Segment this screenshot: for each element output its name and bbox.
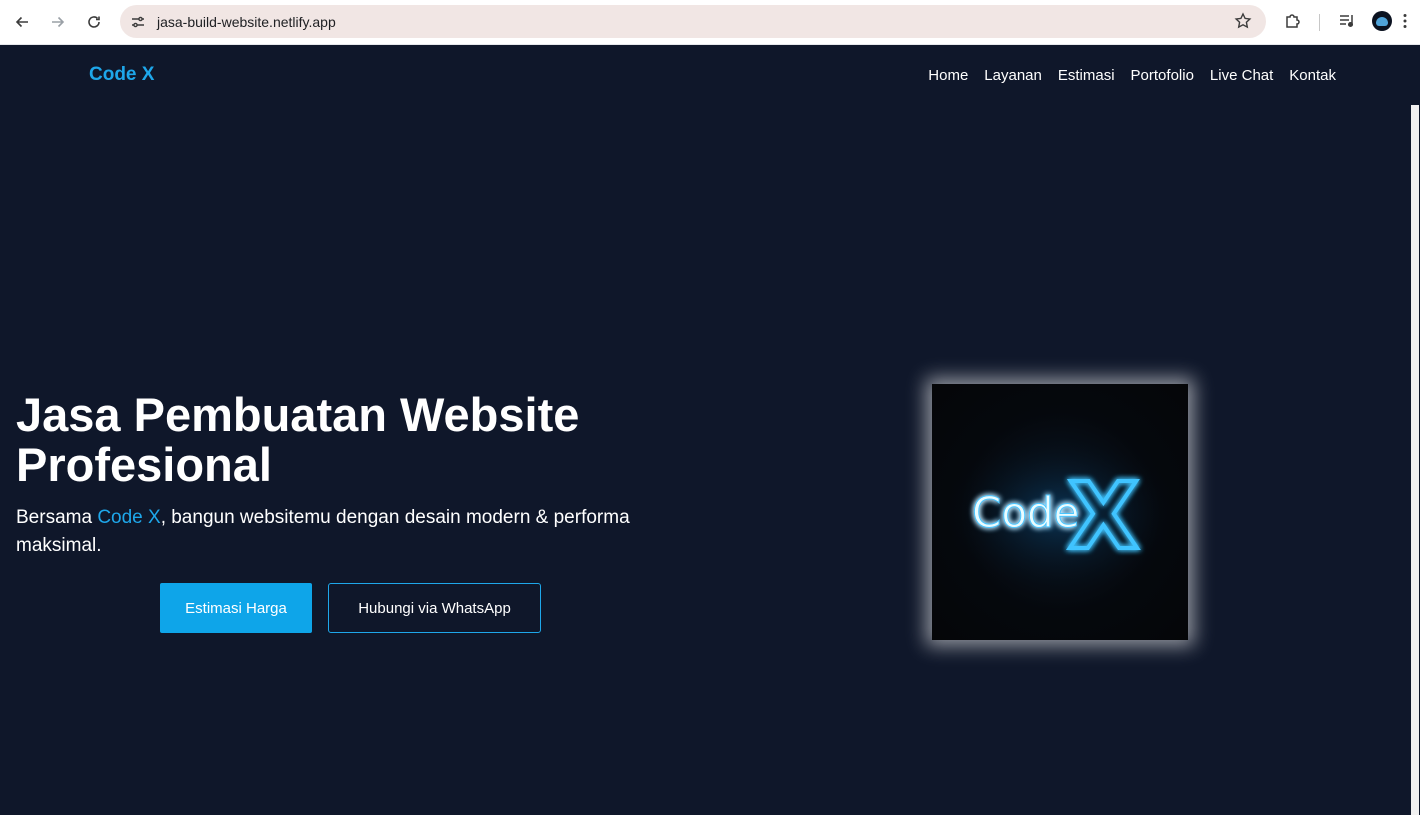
hero-subtitle-brand: Code X [97, 507, 161, 528]
forward-arrow-icon[interactable] [43, 7, 73, 37]
media-control-icon[interactable] [1337, 11, 1357, 31]
brand-logo-text[interactable]: Code X [89, 64, 154, 86]
address-bar[interactable]: jasa-build-website.netlify.app [120, 5, 1266, 38]
back-arrow-icon[interactable] [7, 7, 37, 37]
estimasi-harga-button[interactable]: Estimasi Harga [160, 583, 312, 633]
web-page: Code X Home Layanan Estimasi Portofolio … [0, 45, 1410, 815]
site-info-icon[interactable] [128, 12, 148, 32]
reload-icon[interactable] [79, 7, 109, 37]
star-icon[interactable] [1234, 12, 1252, 30]
logo-x-mark: X [1068, 463, 1139, 570]
browser-toolbar: jasa-build-website.netlify.app [0, 0, 1420, 45]
nav-layanan[interactable]: Layanan [984, 67, 1042, 84]
nav-live-chat[interactable]: Live Chat [1210, 67, 1273, 84]
hero-subtitle-start: Bersama [16, 507, 98, 528]
nav-kontak[interactable]: Kontak [1289, 67, 1336, 84]
more-menu-icon[interactable] [1395, 11, 1415, 31]
hero-title: Jasa Pembuatan Website Profesional [16, 388, 580, 491]
logo-code-text: Code [972, 488, 1080, 537]
nav-estimasi[interactable]: Estimasi [1058, 67, 1115, 84]
nav-portofolio[interactable]: Portofolio [1131, 67, 1194, 84]
scrollbar-thumb[interactable] [1411, 105, 1419, 815]
hero-subtitle: Bersama Code X, bangun websitemu dengan … [16, 504, 696, 560]
nav-home[interactable]: Home [928, 67, 968, 84]
url-text[interactable]: jasa-build-website.netlify.app [157, 14, 336, 30]
whatsapp-button[interactable]: Hubungi via WhatsApp [328, 583, 541, 633]
extensions-icon[interactable] [1283, 11, 1303, 31]
main-navigation: Home Layanan Estimasi Portofolio Live Ch… [928, 67, 1336, 84]
codex-logo-image: Code X [932, 384, 1188, 640]
toolbar-separator [1319, 14, 1320, 31]
profile-avatar[interactable] [1372, 11, 1392, 31]
